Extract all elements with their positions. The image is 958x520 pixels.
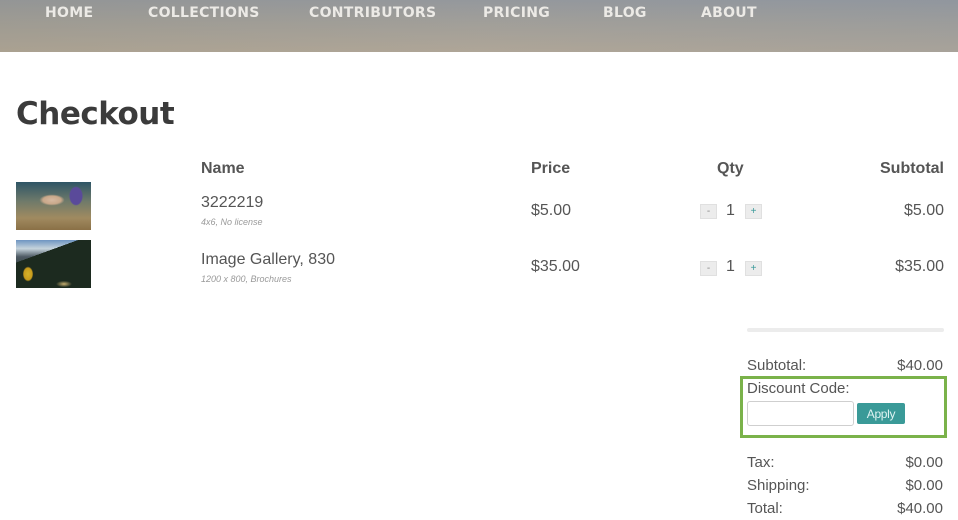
summary-tax-label: Tax: [747,454,775,471]
qty-decrement-button[interactable]: - [700,261,717,276]
column-header-qty: Qty [717,160,744,177]
summary-divider [747,328,944,332]
nav-home[interactable]: HOME [45,5,93,21]
page-title: Checkout [16,96,175,132]
nav-pricing[interactable]: PRICING [483,5,550,21]
item-name: Image Gallery, 830 [201,251,335,268]
item-meta: 1200 x 800, Brochures [201,274,292,284]
discount-code-label: Discount Code: [747,380,850,397]
qty-decrement-button[interactable]: - [700,204,717,219]
summary-shipping-label: Shipping: [747,477,810,494]
item-meta: 4x6, No license [201,217,263,227]
summary-tax-value: $0.00 [905,454,943,471]
qty-value: 1 [726,258,735,275]
summary-total-value: $40.00 [897,500,943,517]
discount-code-input[interactable] [747,401,854,426]
nav-about[interactable]: ABOUT [701,5,757,21]
qty-increment-button[interactable]: + [745,204,762,219]
item-name: 3222219 [201,194,264,211]
column-header-name: Name [201,160,245,177]
item-price: $5.00 [531,202,572,219]
nav-blog[interactable]: BLOG [603,5,647,21]
summary-total-label: Total: [747,500,783,517]
apply-discount-button[interactable]: Apply [857,403,905,424]
column-header-price: Price [531,160,571,177]
summary-subtotal-label: Subtotal: [747,357,807,374]
nav-collections[interactable]: COLLECTIONS [148,5,260,21]
qty-increment-button[interactable]: + [745,261,762,276]
item-thumbnail[interactable] [16,182,91,230]
summary-subtotal-value: $40.00 [897,357,943,374]
item-price: $35.00 [531,258,580,275]
column-header-subtotal: Subtotal [880,160,944,177]
top-navigation: HOME COLLECTIONS CONTRIBUTORS PRICING BL… [0,0,958,52]
item-subtotal: $5.00 [903,202,944,219]
nav-contributors[interactable]: CONTRIBUTORS [309,5,436,21]
qty-value: 1 [726,202,735,219]
item-thumbnail[interactable] [16,240,91,288]
item-subtotal: $35.00 [895,258,944,275]
summary-shipping-value: $0.00 [905,477,943,494]
